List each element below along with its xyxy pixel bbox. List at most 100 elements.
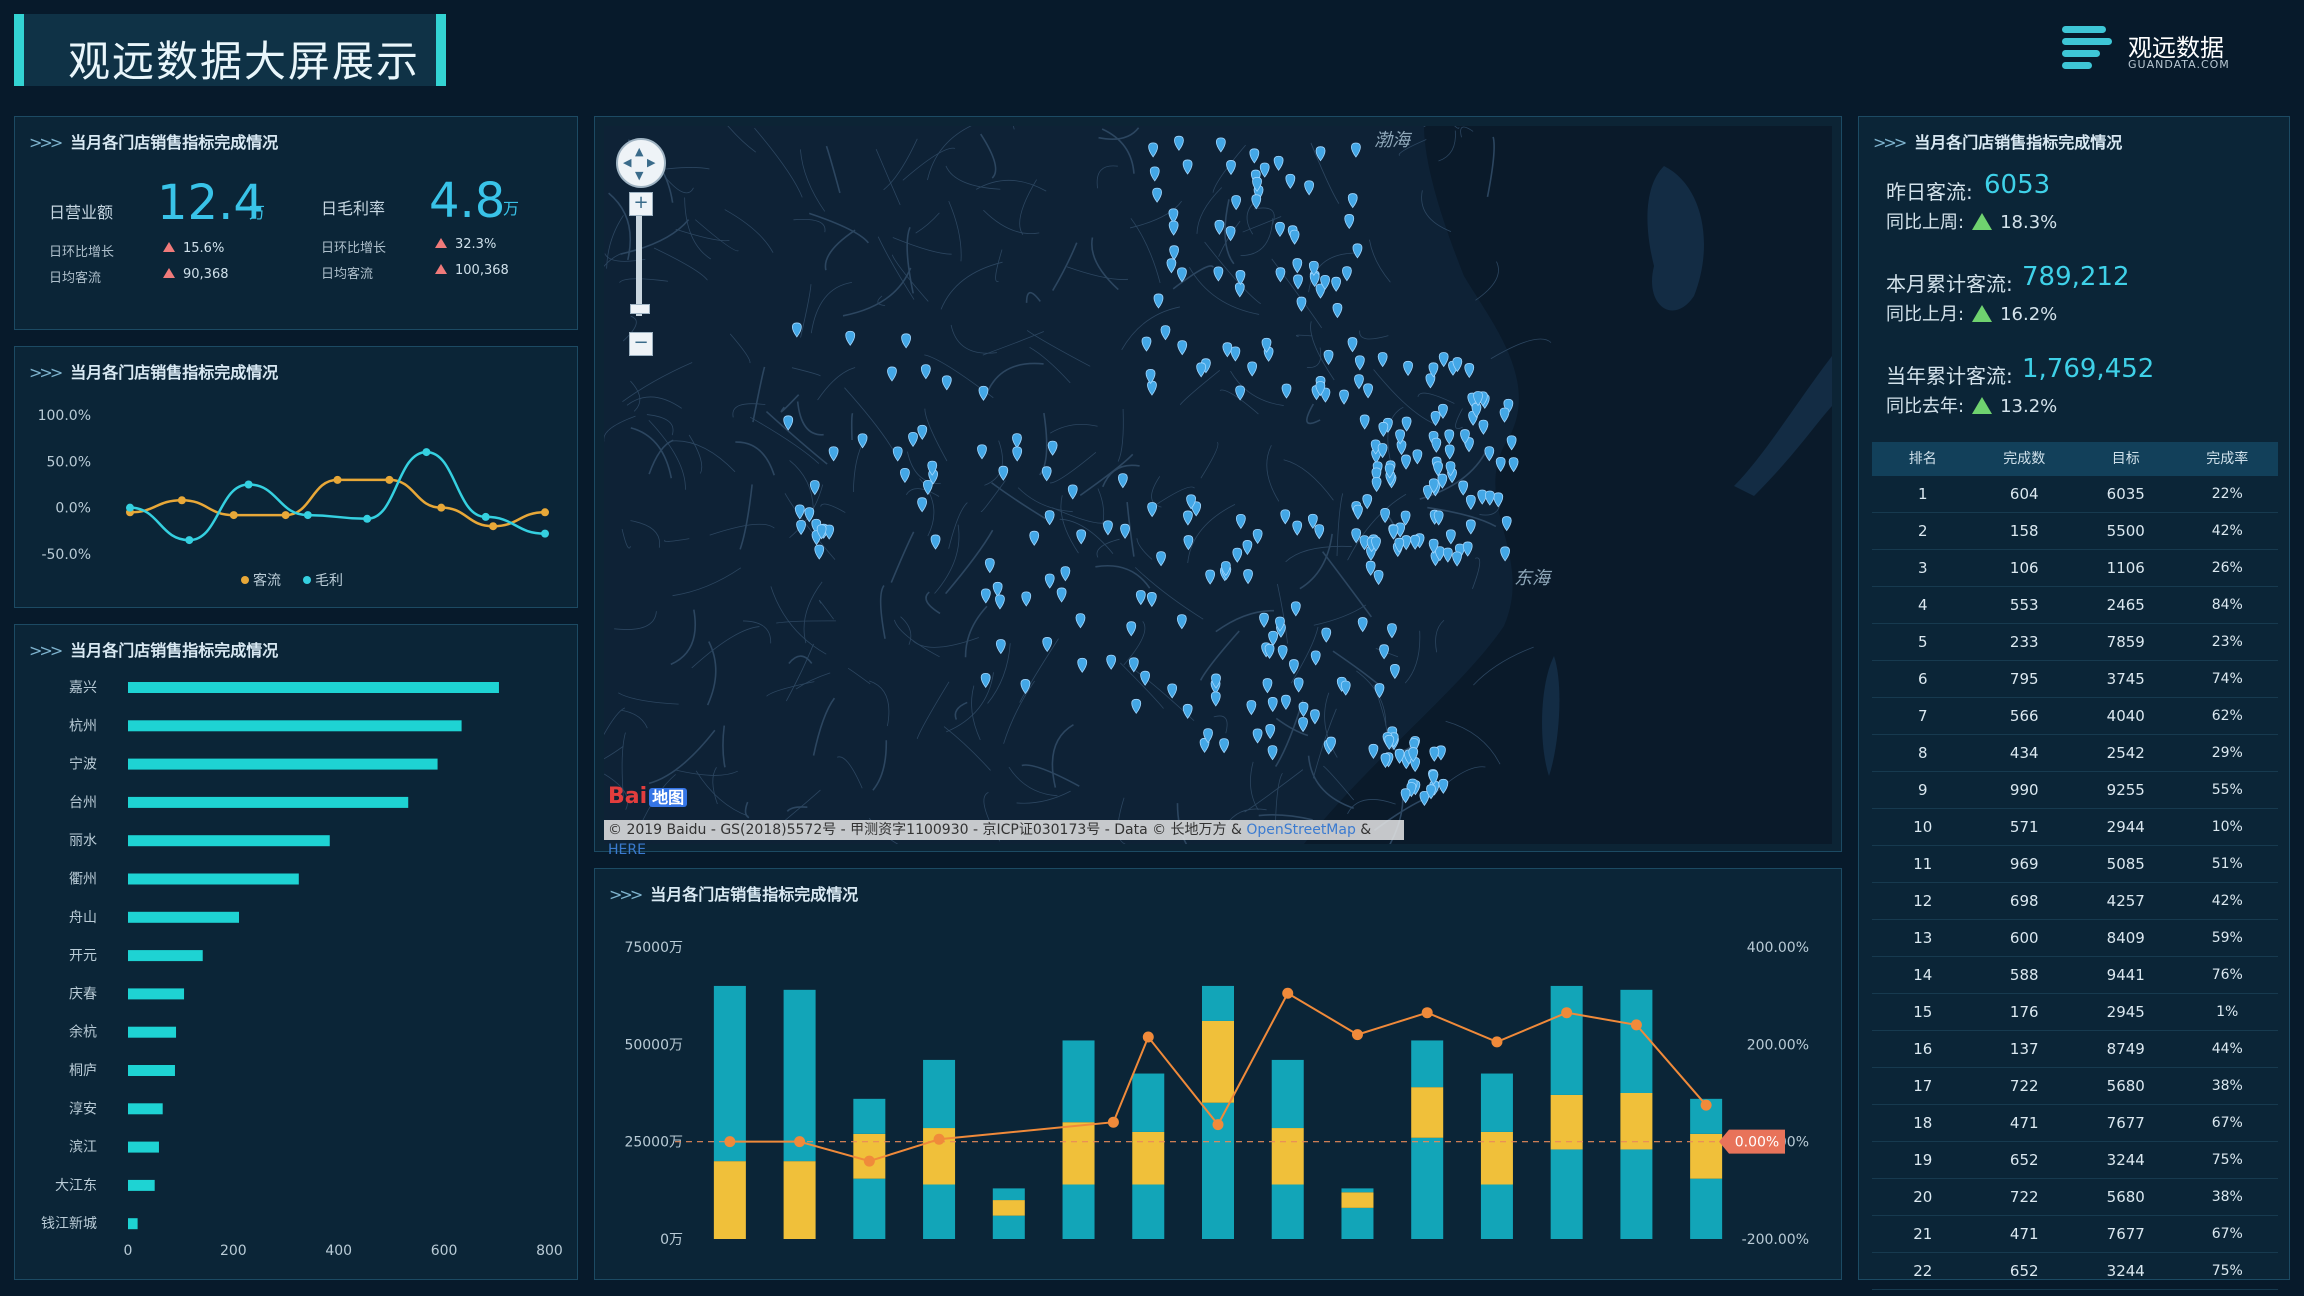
store-marker[interactable] <box>1215 137 1226 153</box>
store-marker[interactable] <box>1067 484 1078 500</box>
store-marker[interactable] <box>1234 282 1245 298</box>
store-marker[interactable] <box>1285 173 1296 189</box>
pan-down-icon[interactable]: ▼ <box>635 169 643 182</box>
store-marker[interactable] <box>1176 614 1187 630</box>
store-marker[interactable] <box>1380 508 1390 524</box>
store-marker[interactable] <box>1152 187 1162 203</box>
store-marker[interactable] <box>1021 591 1032 607</box>
store-marker[interactable] <box>1387 623 1397 639</box>
rate-point[interactable] <box>1212 1119 1224 1131</box>
pan-up-icon[interactable]: ▲ <box>635 145 643 158</box>
store-marker[interactable] <box>984 558 995 574</box>
bar-segment[interactable] <box>1132 1131 1165 1185</box>
store-marker[interactable] <box>992 581 1003 597</box>
bar-segment[interactable] <box>853 1098 886 1134</box>
bar-segment[interactable] <box>1202 985 1234 1021</box>
data-point[interactable] <box>385 475 394 484</box>
store-marker[interactable] <box>941 375 952 391</box>
store-marker[interactable] <box>1379 644 1389 660</box>
store-marker[interactable] <box>1156 551 1166 567</box>
zoom-slider-track[interactable] <box>636 216 642 316</box>
store-marker[interactable] <box>1331 276 1342 292</box>
store-marker[interactable] <box>1321 627 1332 643</box>
store-marker[interactable] <box>1292 258 1303 274</box>
store-marker[interactable] <box>995 639 1006 655</box>
store-marker[interactable] <box>1410 534 1421 550</box>
store-marker[interactable] <box>1377 352 1388 368</box>
store-marker[interactable] <box>1465 519 1476 535</box>
store-marker[interactable] <box>1478 419 1489 435</box>
store-marker[interactable] <box>1293 677 1304 693</box>
store-marker[interactable] <box>1230 346 1241 362</box>
store-marker[interactable] <box>900 467 910 484</box>
store-marker[interactable] <box>1444 429 1455 445</box>
store-marker[interactable] <box>1243 569 1253 585</box>
store-marker[interactable] <box>1235 270 1246 286</box>
zoom-in-button[interactable]: + <box>629 192 653 216</box>
table-row[interactable]: 17 722 5680 38% <box>1872 1068 2278 1105</box>
store-marker[interactable] <box>1500 546 1510 562</box>
bar[interactable] <box>128 796 409 808</box>
here-link[interactable]: HERE <box>608 842 646 858</box>
table-row[interactable]: 19 652 3244 75% <box>1872 1142 2278 1179</box>
store-marker[interactable] <box>1141 336 1152 352</box>
store-marker[interactable] <box>1149 166 1160 182</box>
bar-segment[interactable] <box>1690 1178 1723 1239</box>
store-marker[interactable] <box>828 446 839 462</box>
store-marker[interactable] <box>980 588 991 604</box>
store-marker[interactable] <box>1166 258 1177 274</box>
store-marker[interactable] <box>1342 266 1352 282</box>
data-point[interactable] <box>244 480 253 489</box>
column-header[interactable]: 完成数 <box>1974 442 2076 476</box>
bar-segment[interactable] <box>1202 1020 1234 1103</box>
store-marker[interactable] <box>1339 389 1349 405</box>
store-marker[interactable] <box>978 385 989 401</box>
store-marker[interactable] <box>1128 657 1139 673</box>
store-marker[interactable] <box>1357 617 1368 633</box>
pan-right-icon[interactable]: ▶ <box>647 156 655 169</box>
table-row[interactable]: 9 990 9255 55% <box>1872 772 2278 809</box>
store-marker[interactable] <box>1231 195 1242 211</box>
store-marker[interactable] <box>1182 703 1193 719</box>
store-marker[interactable] <box>1340 680 1351 696</box>
store-marker[interactable] <box>1368 743 1379 759</box>
data-point[interactable] <box>333 475 342 484</box>
data-point[interactable] <box>303 511 312 520</box>
store-marker[interactable] <box>794 504 805 520</box>
table-row[interactable]: 20 722 5680 38% <box>1872 1179 2278 1216</box>
store-marker[interactable] <box>1442 547 1453 563</box>
rate-point[interactable] <box>1491 1036 1503 1048</box>
store-marker[interactable] <box>1103 520 1113 536</box>
store-marker[interactable] <box>1298 717 1308 733</box>
map-canvas[interactable] <box>604 126 1832 844</box>
store-marker[interactable] <box>1210 691 1221 707</box>
table-row[interactable]: 10 571 2944 10% <box>1872 809 2278 846</box>
store-marker[interactable] <box>1265 724 1276 740</box>
store-marker[interactable] <box>1205 569 1216 585</box>
table-row[interactable]: 15 176 2945 1% <box>1872 994 2278 1031</box>
bar[interactable] <box>128 1141 159 1153</box>
store-marker[interactable] <box>1445 529 1456 545</box>
store-marker[interactable] <box>796 519 806 536</box>
store-marker[interactable] <box>1268 630 1279 646</box>
store-marker[interactable] <box>1012 433 1022 449</box>
store-marker[interactable] <box>1076 529 1087 545</box>
data-point[interactable] <box>281 511 290 520</box>
bar[interactable] <box>128 1026 177 1038</box>
table-row[interactable]: 3 106 1106 26% <box>1872 550 2278 587</box>
table-row[interactable]: 7 566 4040 62% <box>1872 698 2278 735</box>
bar-segment[interactable] <box>783 1161 816 1239</box>
store-marker[interactable] <box>892 446 903 462</box>
table-row[interactable]: 1 604 6035 22% <box>1872 476 2278 513</box>
bar-segment[interactable] <box>853 1178 886 1239</box>
store-marker[interactable] <box>1259 612 1269 628</box>
rate-point[interactable] <box>1421 1007 1433 1019</box>
bar-segment[interactable] <box>1620 1093 1653 1150</box>
data-point[interactable] <box>126 503 134 512</box>
data-point[interactable] <box>541 508 549 517</box>
store-marker[interactable] <box>1323 349 1334 365</box>
store-marker[interactable] <box>1147 502 1158 518</box>
bar-segment[interactable] <box>1062 1040 1095 1123</box>
store-marker[interactable] <box>1219 738 1229 754</box>
store-marker[interactable] <box>1280 509 1291 525</box>
